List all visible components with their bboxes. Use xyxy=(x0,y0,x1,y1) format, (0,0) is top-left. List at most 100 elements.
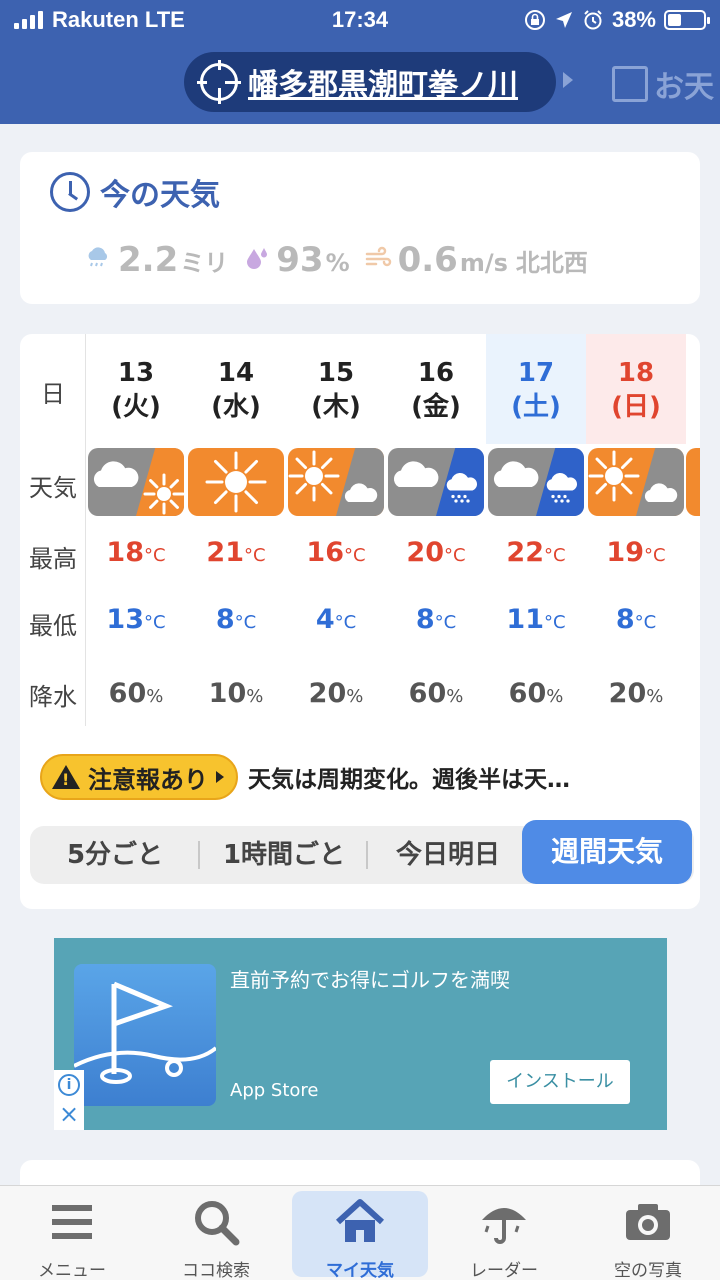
forecast-day[interactable]: 17 (土) 22°C 11°C 60% xyxy=(486,334,586,726)
search-icon xyxy=(195,1201,240,1246)
label-rain: 降水 xyxy=(29,683,77,711)
rain-chance: 10% xyxy=(208,678,264,709)
news-link[interactable]: お天 xyxy=(612,62,714,106)
forecast-row-labels: 日 天気 最高 最低 降水 xyxy=(20,334,86,726)
weather-icon xyxy=(88,448,184,516)
nav-menu[interactable]: メニュー xyxy=(0,1186,144,1280)
close-icon[interactable]: × xyxy=(58,1102,80,1126)
weather-icon xyxy=(488,448,584,516)
location-arrow-icon xyxy=(555,12,572,28)
chevron-right-icon[interactable] xyxy=(563,72,573,88)
rain-cloud-icon xyxy=(88,247,108,267)
humidity-value: 93 xyxy=(276,240,324,280)
wind-value: 0.6 xyxy=(397,240,458,280)
day-of-week: (水) xyxy=(211,392,261,422)
high-temp: 20°C xyxy=(406,537,466,568)
day-date: 15 xyxy=(317,358,355,388)
low-temp: 11°C xyxy=(506,604,566,635)
label-low: 最低 xyxy=(29,612,77,640)
high-temp: 19°C xyxy=(606,537,666,568)
current-weather-heading: 今の天気 xyxy=(100,178,220,213)
nav-my-weather[interactable]: マイ天気 xyxy=(292,1186,428,1280)
rotation-lock-icon xyxy=(524,10,545,30)
hamburger-icon xyxy=(52,1205,92,1239)
wind-icon xyxy=(365,246,391,267)
nav-menu-label: メニュー xyxy=(38,1261,106,1280)
nav-radar-label: レーダー xyxy=(470,1261,538,1280)
clock-icon xyxy=(50,172,90,212)
current-weather-title: 今の天気 xyxy=(50,170,220,214)
location-name: 幡多郡黒潮町拳ノ川 xyxy=(248,68,518,103)
forecast-day[interactable]: 14 (水) 21°C 8°C 10% xyxy=(186,334,286,726)
nav-sky-photos[interactable]: 空の写真 xyxy=(576,1186,720,1280)
crosshair-icon xyxy=(197,60,241,104)
day-date: 17 xyxy=(517,358,555,388)
label-day: 日 xyxy=(41,380,65,408)
ad-thumbnail xyxy=(74,964,216,1106)
rain-chance: 60% xyxy=(508,678,564,709)
tab-hourly[interactable]: 1時間ごと xyxy=(200,826,368,884)
warning-text: 天気は周期変化。週後半は天… xyxy=(248,767,570,793)
ad-store: App Store xyxy=(230,1080,319,1101)
day-header: 18 (日) xyxy=(586,334,686,444)
low-temp: 8°C xyxy=(615,604,657,635)
day-header: 14 (水) xyxy=(186,334,286,444)
high-temp: 18°C xyxy=(106,537,166,568)
nav-search[interactable]: ココ検索 xyxy=(144,1186,288,1280)
tab-today-tomorrow[interactable]: 今日明日 xyxy=(368,826,528,884)
umbrella-icon xyxy=(482,1208,526,1244)
wind-direction: 北北西 xyxy=(515,249,588,277)
info-icon[interactable]: i xyxy=(58,1074,80,1096)
nav-my-weather-label: マイ天気 xyxy=(326,1261,394,1280)
low-temp: 8°C xyxy=(415,604,457,635)
weather-icon xyxy=(588,448,684,516)
status-right: 38% xyxy=(524,7,710,33)
day-header: 15 (木) xyxy=(286,334,386,444)
high-temp: 22°C xyxy=(506,537,566,568)
day-of-week: (日) xyxy=(611,392,661,422)
humidity-drop-icon xyxy=(247,248,268,269)
day-date: 18 xyxy=(617,358,655,388)
forecast-day[interactable]: 13 (火) 18°C 13°C 60% xyxy=(86,334,186,726)
ad-banner[interactable]: 直前予約でお得にゴルフを満喫 App Store インストール i × xyxy=(54,938,667,1130)
day-of-week: (木) xyxy=(311,392,361,422)
label-high: 最高 xyxy=(29,545,77,573)
location-selector[interactable]: 幡多郡黒潮町拳ノ川 xyxy=(184,52,556,112)
rain-chance: 20% xyxy=(608,678,664,709)
day-date: 16 xyxy=(417,358,455,388)
forecast-day[interactable]: 15 (木) 16°C 4°C 20% xyxy=(286,334,386,726)
nav-search-label: ココ検索 xyxy=(182,1261,250,1280)
weather-icon xyxy=(188,448,284,516)
tab-5min[interactable]: 5分ごと xyxy=(30,826,200,884)
forecast-day[interactable]: 16 (金) 20°C 8°C 60% xyxy=(386,334,486,726)
top-bar: Rakuten LTE 17:34 38% 幡多郡黒潮町拳ノ川 お天 xyxy=(0,0,720,124)
camera-icon xyxy=(626,1204,670,1240)
day-of-week: (金) xyxy=(411,392,461,422)
day-header: 17 (土) xyxy=(486,334,586,444)
caret-right-icon xyxy=(216,771,224,783)
ad-choices[interactable]: i × xyxy=(54,1070,84,1130)
precip-value: 2.2 xyxy=(118,240,179,280)
forecast-day[interactable]: 18 (日) 19°C 8°C 20% xyxy=(586,334,686,726)
day-of-week: (火) xyxy=(111,392,161,422)
current-weather-values: 2.2 ミリ 93 % 0.6 m/s 北北西 xyxy=(84,240,588,280)
ad-install-button[interactable]: インストール xyxy=(490,1060,630,1104)
day-date: 14 xyxy=(217,358,255,388)
forecast-tabs: 5分ごと 1時間ごと 今日明日 週間天気 xyxy=(30,820,694,884)
weekly-forecast-card: 日 天気 最高 最低 降水 13 (火) 18°C 13°C 60% 14 (水… xyxy=(20,334,700,909)
warning-row[interactable]: 注意報あり 天気は周期変化。週後半は天… xyxy=(40,754,570,800)
warning-badge-label: 注意報あり xyxy=(88,765,208,794)
battery-icon xyxy=(664,10,710,30)
nav-radar[interactable]: レーダー xyxy=(432,1186,576,1280)
tab-weekly[interactable]: 週間天気 xyxy=(522,820,692,884)
status-bar: Rakuten LTE 17:34 38% xyxy=(0,0,720,40)
rain-chance: 20% xyxy=(308,678,364,709)
home-icon xyxy=(335,1199,385,1242)
label-weather: 天気 xyxy=(29,474,77,502)
warning-icon xyxy=(52,765,80,789)
ad-title: 直前予約でお得にゴルフを満喫 xyxy=(230,968,510,992)
high-temp: 21°C xyxy=(206,537,266,568)
warning-badge[interactable]: 注意報あり xyxy=(40,754,238,800)
wind-unit: m/s xyxy=(459,249,508,277)
news-label: お天 xyxy=(654,70,714,105)
